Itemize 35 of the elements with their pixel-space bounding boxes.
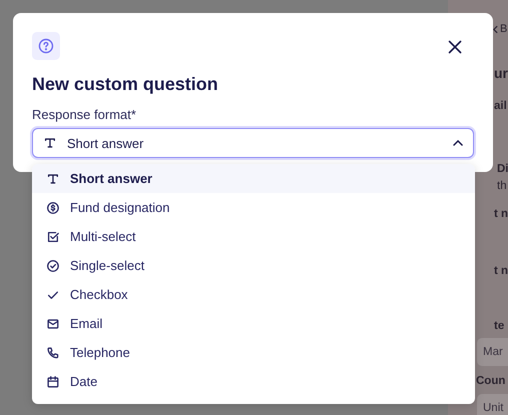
dialog-title: New custom question (32, 74, 220, 94)
chevron-left-icon (493, 24, 498, 34)
dropdown-option[interactable]: Email (32, 309, 475, 338)
close-button[interactable] (448, 40, 462, 54)
field-label: t n (494, 265, 508, 277)
dropdown-option[interactable]: Short answer (32, 164, 475, 193)
text-field[interactable]: Mar (477, 338, 508, 366)
text-field[interactable]: Unit (477, 394, 508, 415)
text-icon (43, 136, 57, 150)
envelope-icon (46, 316, 60, 330)
dollar-icon (46, 200, 60, 214)
dropdown-option[interactable]: Multi-select (32, 222, 475, 251)
dropdown-option[interactable]: Telephone (32, 338, 475, 367)
field-label: t n (494, 208, 508, 220)
help-icon (32, 32, 60, 60)
description-text: th (497, 180, 507, 192)
text-icon (46, 172, 60, 186)
check-circle-icon (46, 258, 60, 272)
field-label: Response format* (32, 108, 138, 122)
calendar-icon (46, 374, 60, 388)
field-label: te (494, 320, 504, 332)
dropdown-option[interactable]: Date (32, 367, 475, 396)
field-label: ail (494, 100, 507, 112)
section-heading: ur (494, 65, 508, 81)
dropdown-option[interactable]: Single-select (32, 251, 475, 280)
dropdown-option[interactable]: Checkbox (32, 280, 475, 309)
chevron-up-icon (453, 140, 463, 146)
field-label: Coun (476, 375, 506, 387)
select-field[interactable]: Short answer (32, 128, 474, 158)
checkbox-icon (46, 230, 60, 244)
close-icon (448, 40, 462, 54)
dropdown-option[interactable]: Fund designation (32, 193, 475, 222)
phone-icon (46, 346, 60, 360)
field-label: Di (497, 163, 508, 175)
back-link[interactable]: B (493, 22, 508, 36)
